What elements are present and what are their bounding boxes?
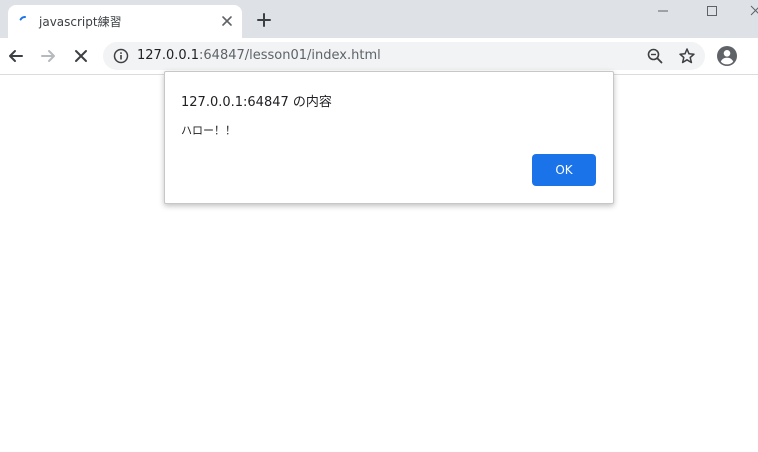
ok-button[interactable]: OK: [532, 154, 596, 186]
tab-close-icon[interactable]: [218, 12, 236, 30]
new-tab-plus-icon[interactable]: [254, 10, 274, 30]
window-close-icon[interactable]: [745, 2, 758, 20]
address-bar[interactable]: 127.0.0.1:64847/lesson01/index.html: [103, 42, 705, 70]
browser-toolbar: 127.0.0.1:64847/lesson01/index.html: [0, 38, 758, 75]
tab-loading-spinner-icon: [19, 16, 26, 21]
bookmark-star-icon[interactable]: [678, 47, 696, 65]
dialog-message: ハロー！！: [181, 124, 236, 137]
zoom-out-icon[interactable]: [646, 47, 664, 65]
forward-arrow-icon[interactable]: [37, 45, 59, 67]
stop-loading-close-icon[interactable]: [70, 45, 92, 67]
profile-account-icon[interactable]: [716, 45, 738, 67]
browser-titlebar: javascript練習: [0, 0, 758, 38]
url-path: :64847/lesson01/index.html: [199, 48, 381, 63]
tab-title: javascript練習: [39, 15, 122, 29]
minimize-icon[interactable]: [652, 2, 674, 20]
alert-dialog: 127.0.0.1:64847 の内容 ハロー！！ OK: [164, 71, 614, 204]
address-url[interactable]: 127.0.0.1:64847/lesson01/index.html: [137, 48, 381, 63]
back-arrow-icon[interactable]: [5, 45, 27, 67]
browser-tab[interactable]: javascript練習: [8, 5, 242, 38]
dialog-title: 127.0.0.1:64847 の内容: [181, 95, 332, 110]
url-host: 127.0.0.1: [137, 48, 200, 63]
site-info-icon[interactable]: [113, 48, 129, 64]
maximize-icon[interactable]: [701, 2, 723, 20]
